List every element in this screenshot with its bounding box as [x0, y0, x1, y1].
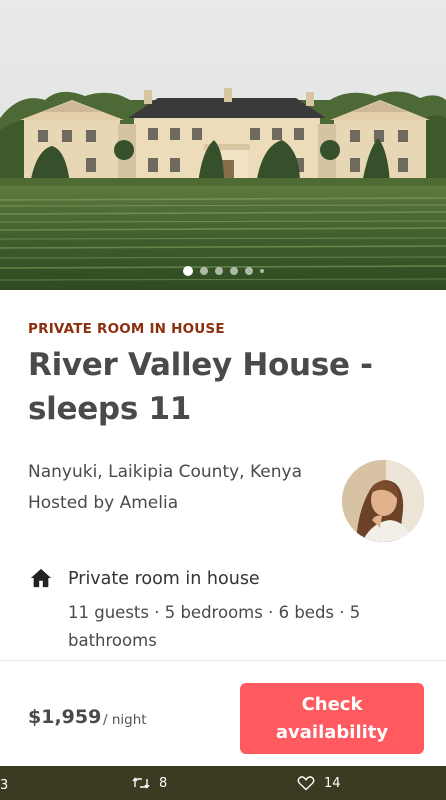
carousel-dot[interactable] [244, 267, 253, 275]
booking-bar: $1,959 / night Check availability [0, 660, 446, 766]
listing-title: River Valley House - sleeps 11 [28, 347, 373, 427]
room-type-heading: Private room in house [68, 569, 260, 589]
carousel-dot[interactable] [259, 269, 264, 273]
house-photo-illustration [0, 0, 446, 290]
price-unit: / night [103, 712, 147, 728]
listing-photo[interactable] [0, 0, 446, 290]
retweet-button[interactable]: 8 [132, 775, 167, 791]
carousel-dot[interactable] [214, 267, 223, 275]
check-availability-button[interactable]: Check availability [240, 683, 424, 754]
like-button[interactable]: 14 [297, 775, 341, 791]
listing-location: Nanyuki, Laikipia County, Kenya [28, 462, 303, 482]
host-avatar[interactable] [342, 460, 424, 542]
heart-icon [297, 776, 315, 791]
like-count: 14 [324, 775, 341, 791]
carousel-dot[interactable] [199, 267, 208, 275]
retweet-count: 8 [159, 775, 168, 791]
carousel-dot[interactable] [182, 266, 193, 276]
reply-count: 3 [0, 778, 9, 793]
tweet-action-bar: 3 8 14 [0, 766, 446, 800]
carousel-dot[interactable] [229, 267, 238, 275]
host-avatar-photo [342, 460, 424, 542]
retweet-icon [132, 777, 150, 789]
nightly-price: $1,959 [28, 706, 102, 728]
room-type-label: PRIVATE ROOM IN HOUSE [28, 321, 225, 337]
room-specs: 11 guests · 5 bedrooms · 6 beds · 5 bath… [68, 603, 361, 650]
house-icon [30, 568, 52, 588]
carousel-dots[interactable] [0, 266, 446, 276]
host-name[interactable]: Hosted by Amelia [28, 493, 178, 513]
